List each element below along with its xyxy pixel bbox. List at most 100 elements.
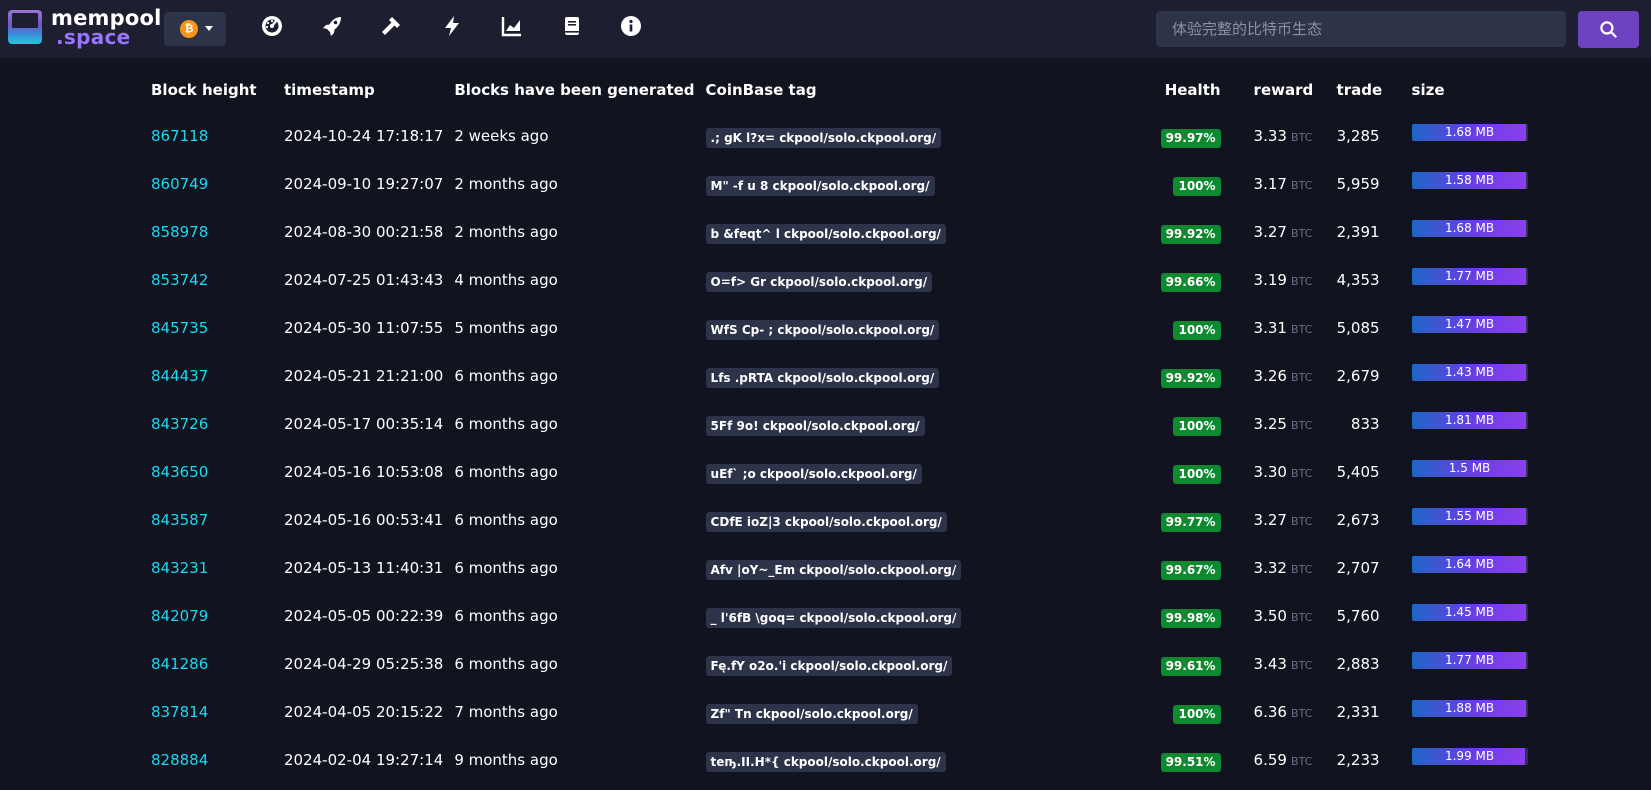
lightning-icon[interactable] xyxy=(440,14,464,38)
trade-count-cell: 2,707 xyxy=(1336,559,1380,577)
trade-count-cell: 2,391 xyxy=(1336,223,1380,241)
table-row[interactable]: 853742 2024-07-25 01:43:43 4 months ago O=… xyxy=(140,256,1551,304)
col-header-size[interactable]: size xyxy=(1401,68,1551,112)
timestamp-cell: 2024-05-21 21:21:00 xyxy=(284,367,444,385)
book-icon[interactable] xyxy=(560,14,584,38)
age-cell: 5 months ago xyxy=(454,319,558,337)
trade-count-cell: 2,673 xyxy=(1336,511,1380,529)
btc-unit-label: BTC xyxy=(1290,611,1313,624)
timestamp-cell: 2024-05-17 00:35:14 xyxy=(284,415,444,433)
size-bar: 1.64 MB xyxy=(1411,555,1528,573)
size-bar: 1.77 MB xyxy=(1411,651,1528,669)
reward-value: 3.25 xyxy=(1253,415,1287,433)
coinbase-tag-cell: teҧ.II.H*{ ckpool/solo.ckpool.org/ xyxy=(695,736,1138,784)
btc-unit-label: BTC xyxy=(1290,371,1313,384)
reward-cell: 6.36 BTC xyxy=(1243,688,1326,736)
block-height-link[interactable]: 843587 xyxy=(151,511,208,529)
col-header-coinbase-tag[interactable]: CoinBase tag xyxy=(695,68,1138,112)
timestamp-cell: 2024-05-13 11:40:31 xyxy=(284,559,444,577)
hammer-icon[interactable] xyxy=(379,14,403,38)
search-button[interactable] xyxy=(1578,11,1639,48)
search-input[interactable] xyxy=(1156,11,1566,47)
coinbase-tag: WfS Cp- ; ckpool/solo.ckpool.org/ xyxy=(705,320,940,340)
table-row[interactable]: 843650 2024-05-16 10:53:08 6 months ago uE… xyxy=(140,448,1551,496)
block-height-link[interactable]: 867118 xyxy=(151,127,208,145)
table-row[interactable]: 843587 2024-05-16 00:53:41 6 months ago CDf… xyxy=(140,496,1551,544)
col-header-trade[interactable]: trade xyxy=(1326,68,1401,112)
table-row[interactable]: 828884 2024-02-04 19:27:14 9 months ago teҧ… xyxy=(140,736,1551,784)
block-height-cell: 860749 xyxy=(140,160,273,208)
coinbase-tag: Fę.fY o2o.'i ckpool/solo.ckpool.org/ xyxy=(705,656,953,676)
block-height-link[interactable]: 843650 xyxy=(151,463,208,481)
col-header-age[interactable]: Blocks have been generated xyxy=(443,68,694,112)
reward-value: 3.26 xyxy=(1253,367,1287,385)
timestamp-cell: 2024-05-30 11:07:55 xyxy=(284,319,444,337)
blocks-table: Block height timestamp Blocks have been … xyxy=(140,68,1551,784)
table-row[interactable]: 842079 2024-05-05 00:22:39 6 months ago _ l… xyxy=(140,592,1551,640)
trade-count-cell: 5,760 xyxy=(1336,607,1380,625)
reward-value: 3.33 xyxy=(1253,127,1287,145)
coinbase-tag-cell: _ l'6fB \goq= ckpool/solo.ckpool.org/ xyxy=(695,592,1138,640)
timestamp-cell: 2024-02-04 19:27:14 xyxy=(284,751,444,769)
reward-value: 3.31 xyxy=(1253,319,1287,337)
block-height-link[interactable]: 858978 xyxy=(151,223,208,241)
reward-value: 6.59 xyxy=(1253,751,1287,769)
coinbase-tag: uEf` ;o ckpool/solo.ckpool.org/ xyxy=(705,464,922,484)
block-height-link[interactable]: 860749 xyxy=(151,175,208,193)
trade-count-cell: 5,085 xyxy=(1336,319,1380,337)
table-row[interactable]: 860749 2024-09-10 19:27:07 2 months ago M" … xyxy=(140,160,1551,208)
block-height-link[interactable]: 853742 xyxy=(151,271,208,289)
health-badge: 100% xyxy=(1173,320,1221,340)
reward-cell: 3.30 BTC xyxy=(1243,448,1326,496)
block-height-link[interactable]: 845735 xyxy=(151,319,208,337)
block-height-cell: 853742 xyxy=(140,256,273,304)
size-label: 1.68 MB xyxy=(1444,220,1495,235)
reward-cell: 3.50 BTC xyxy=(1243,592,1326,640)
table-row[interactable]: 843231 2024-05-13 11:40:31 6 months ago Afv… xyxy=(140,544,1551,592)
size-cell: 1.45 MB xyxy=(1401,592,1551,640)
block-height-link[interactable]: 841286 xyxy=(151,655,208,673)
col-header-health[interactable]: Health xyxy=(1138,68,1243,112)
size-cell: 1.58 MB xyxy=(1401,160,1551,208)
health-badge: 99.51% xyxy=(1160,752,1221,772)
reward-value: 6.36 xyxy=(1253,703,1287,721)
size-cell: 1.64 MB xyxy=(1401,544,1551,592)
size-label: 1.64 MB xyxy=(1444,556,1495,571)
size-cell: 1.68 MB xyxy=(1401,112,1551,160)
reward-cell: 3.25 BTC xyxy=(1243,400,1326,448)
table-row[interactable]: 844437 2024-05-21 21:21:00 6 months ago Lfs… xyxy=(140,352,1551,400)
reward-value: 3.19 xyxy=(1253,271,1287,289)
health-cell: 99.61% xyxy=(1138,640,1243,688)
timestamp-cell: 2024-04-05 20:15:22 xyxy=(284,703,444,721)
block-height-link[interactable]: 843726 xyxy=(151,415,208,433)
col-header-reward[interactable]: reward xyxy=(1243,68,1326,112)
table-row[interactable]: 837814 2024-04-05 20:15:22 7 months ago Zf… xyxy=(140,688,1551,736)
reward-value: 3.27 xyxy=(1253,223,1287,241)
mempool-logo[interactable]: mempool .space xyxy=(8,6,161,48)
info-icon[interactable] xyxy=(619,14,643,38)
timestamp-cell: 2024-10-24 17:18:17 xyxy=(284,127,444,145)
coinbase-tag-cell: .; gK l?x= ckpool/solo.ckpool.org/ xyxy=(695,112,1138,160)
block-height-link[interactable]: 844437 xyxy=(151,367,208,385)
table-row[interactable]: 845735 2024-05-30 11:07:55 5 months ago WfS… xyxy=(140,304,1551,352)
age-cell: 2 weeks ago xyxy=(454,127,549,145)
block-height-link[interactable]: 828884 xyxy=(151,751,208,769)
block-height-link[interactable]: 843231 xyxy=(151,559,208,577)
block-height-link[interactable]: 837814 xyxy=(151,703,208,721)
table-row[interactable]: 843726 2024-05-17 00:35:14 6 months ago 5Ff… xyxy=(140,400,1551,448)
btc-unit-label: BTC xyxy=(1290,563,1313,576)
network-selector[interactable]: ₿ xyxy=(164,12,226,46)
reward-value: 3.50 xyxy=(1253,607,1287,625)
rocket-icon[interactable] xyxy=(320,14,344,38)
dashboard-icon[interactable] xyxy=(260,14,284,38)
block-height-link[interactable]: 842079 xyxy=(151,607,208,625)
col-header-block-height[interactable]: Block height xyxy=(140,68,273,112)
chart-icon[interactable] xyxy=(500,14,524,38)
table-row[interactable]: 867118 2024-10-24 17:18:17 2 weeks ago .; g… xyxy=(140,112,1551,160)
table-row[interactable]: 858978 2024-08-30 00:21:58 2 months ago b &… xyxy=(140,208,1551,256)
col-header-timestamp[interactable]: timestamp xyxy=(273,68,443,112)
table-row[interactable]: 841286 2024-04-29 05:25:38 6 months ago Fę.… xyxy=(140,640,1551,688)
health-badge: 99.98% xyxy=(1160,608,1221,628)
timestamp-cell: 2024-09-10 19:27:07 xyxy=(284,175,444,193)
size-cell: 1.43 MB xyxy=(1401,352,1551,400)
